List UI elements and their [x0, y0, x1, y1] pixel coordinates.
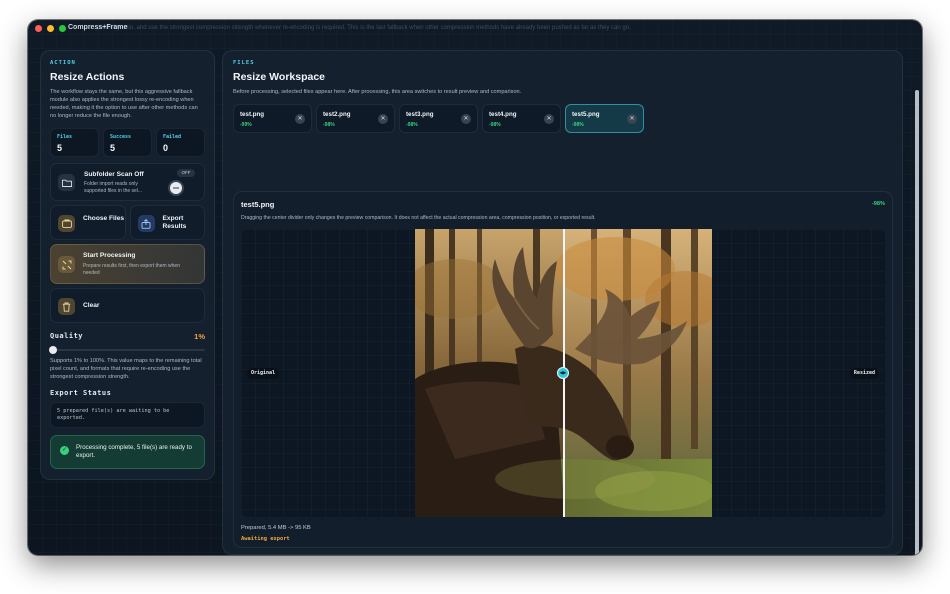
actions-description: The workflow stays the same, but this ag… — [50, 89, 198, 119]
file-item-selected[interactable]: test5.png -98% ✕ — [565, 104, 644, 133]
scrollbar[interactable] — [915, 90, 919, 555]
file-name: test3.png — [406, 111, 434, 118]
quality-label: Quality — [50, 332, 84, 340]
file-name: test2.png — [323, 111, 351, 118]
start-processing-subtitle: Prepare results first, then export them … — [83, 263, 180, 276]
start-processing-title: Start Processing — [83, 252, 136, 259]
file-reduction: -98% — [572, 122, 584, 128]
close-icon[interactable]: ✕ — [461, 114, 471, 124]
file-item[interactable]: test2.png -98% ✕ — [316, 104, 395, 133]
zoom-window-button[interactable] — [59, 25, 66, 32]
check-icon: ✓ — [60, 446, 69, 456]
close-icon[interactable]: ✕ — [378, 114, 388, 124]
quality-value: 1% — [194, 332, 205, 341]
file-list: test.png -99% ✕ test2.png -98% ✕ test3.p… — [233, 104, 644, 133]
preview-title: test5.png — [241, 200, 275, 209]
export-status-text: 5 prepared file(s) are waiting to be exp… — [57, 408, 170, 422]
export-results-button[interactable]: Export Results — [129, 205, 205, 240]
prepared-size: Prepared, 5.4 MB -> 95 KB — [241, 525, 311, 531]
choose-files-icon — [58, 215, 75, 232]
workspace-description: Before processing, selected files appear… — [233, 89, 522, 95]
actions-kicker: ACTION — [50, 60, 76, 66]
file-item[interactable]: test4.png -98% ✕ — [482, 104, 561, 133]
file-actions-row: Choose Files Export Results — [50, 205, 205, 240]
stat-files: Files 5 — [50, 128, 99, 157]
comparison-handle[interactable]: ◀▶ — [557, 367, 569, 379]
stats-row: Files 5 Success 5 Failed 0 — [50, 128, 205, 157]
file-reduction: -99% — [240, 122, 252, 128]
preview-description: Dragging the center divider only changes… — [241, 215, 596, 221]
quality-slider[interactable] — [48, 346, 205, 354]
background-text: Compress+Frame ... pixels by ratio, and … — [89, 25, 631, 31]
clear-button[interactable]: Clear — [50, 288, 205, 323]
export-icon — [137, 215, 155, 232]
stat-success: Success 5 — [103, 128, 152, 157]
actions-panel: ACTION Resize Actions The workflow stays… — [40, 50, 215, 480]
workspace-title: Resize Workspace — [233, 71, 326, 83]
workspace-kicker: FILES — [233, 60, 255, 66]
success-message: Processing complete, 5 file(s) are ready… — [76, 444, 192, 460]
scrollbar-thumb[interactable] — [915, 90, 919, 555]
title-bar: Compress+Frame ... pixels by ratio, and … — [28, 20, 922, 38]
stat-label: Failed — [163, 134, 182, 140]
original-tag: Original — [247, 368, 280, 379]
process-icon — [58, 256, 75, 273]
close-icon[interactable]: ✕ — [544, 114, 554, 124]
subfolder-toggle-state: OFF — [177, 169, 195, 177]
subfolder-scan-toggle-card[interactable]: Subfolder Scan Off Folder import reads o… — [50, 163, 205, 201]
resized-tag: Resized — [849, 368, 879, 379]
file-name: test5.png — [572, 111, 600, 118]
folder-icon — [58, 174, 75, 191]
file-item[interactable]: test3.png -98% ✕ — [399, 104, 478, 133]
choose-files-label: Choose Files — [83, 215, 125, 222]
app-window: Compress+Frame ... pixels by ratio, and … — [28, 20, 922, 555]
stat-label: Success — [110, 134, 132, 140]
file-name: test4.png — [489, 111, 517, 118]
workspace-panel: FILES Resize Workspace Before processing… — [222, 50, 903, 555]
quality-slider-thumb[interactable] — [48, 346, 57, 354]
export-results-label: Export Results — [162, 215, 187, 230]
file-item[interactable]: test.png -99% ✕ — [233, 104, 312, 133]
quality-header: Quality 1% — [50, 332, 205, 341]
window-controls — [35, 25, 66, 32]
stat-value: 5 — [57, 143, 63, 153]
minimize-window-button[interactable] — [47, 25, 54, 32]
preview-reduction: -98% — [871, 201, 885, 207]
subfolder-subtitle: Folder import reads only supported files… — [84, 181, 143, 194]
close-window-button[interactable] — [35, 25, 42, 32]
quality-slider-track — [50, 349, 205, 351]
quality-help: Supports 1% to 100%. This value maps to … — [50, 358, 202, 380]
export-status-box: 5 prepared file(s) are waiting to be exp… — [50, 402, 205, 429]
start-processing-button[interactable]: Start Processing Prepare results first, … — [50, 244, 205, 284]
export-status-title: Export Status — [50, 389, 112, 398]
preview-card: test5.png -98% Dragging the center divid… — [233, 191, 893, 548]
close-icon[interactable]: ✕ — [627, 114, 637, 124]
clear-label: Clear — [83, 302, 100, 309]
stat-failed: Failed 0 — [156, 128, 205, 157]
comparison-stage[interactable]: Original Resized ◀▶ — [241, 229, 885, 517]
file-reduction: -98% — [489, 122, 501, 128]
stat-value: 5 — [110, 143, 116, 153]
file-reduction: -98% — [323, 122, 335, 128]
app-title: Compress+Frame — [68, 24, 128, 31]
file-reduction: -98% — [406, 122, 418, 128]
success-banner: ✓ Processing complete, 5 file(s) are rea… — [50, 435, 205, 470]
subfolder-toggle-switch[interactable] — [170, 182, 182, 194]
trash-icon — [58, 298, 75, 315]
choose-files-button[interactable]: Choose Files — [50, 205, 126, 240]
export-state: Awaiting export — [241, 536, 290, 542]
actions-title: Resize Actions — [50, 71, 125, 83]
file-name: test.png — [240, 111, 265, 118]
subfolder-title: Subfolder Scan Off — [84, 171, 144, 178]
close-icon[interactable]: ✕ — [295, 114, 305, 124]
workspace-header: FILES Resize Workspace Before processing… — [233, 60, 521, 96]
stat-label: Files — [57, 134, 73, 140]
stat-value: 0 — [163, 143, 169, 153]
